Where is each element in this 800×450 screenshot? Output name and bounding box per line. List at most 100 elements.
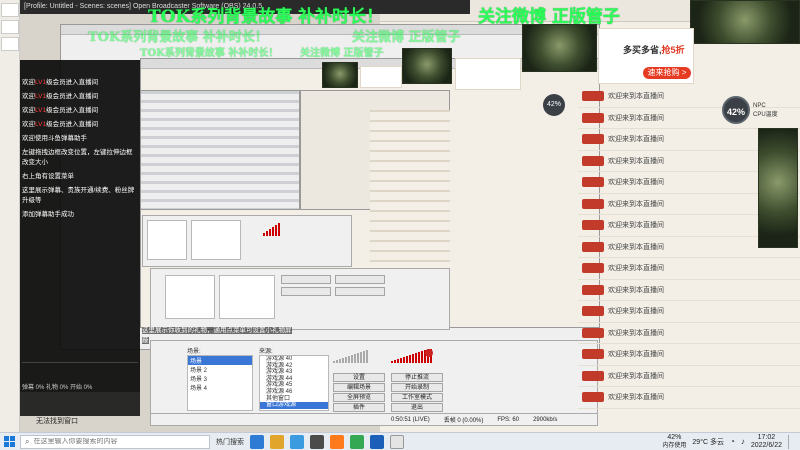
source-item[interactable]: 游戏源 40 — [260, 356, 328, 363]
scene-item[interactable]: 场景 4 — [188, 383, 252, 392]
perf-widget-nested: 42% — [543, 94, 565, 116]
scene-item[interactable]: 场景 2 — [188, 365, 252, 374]
chat-divider — [22, 362, 138, 363]
user-level-badge — [582, 284, 604, 295]
list-row-text: 欢迎来到本直播间 — [608, 136, 664, 144]
edge-browser-icon[interactable] — [290, 434, 304, 449]
file-explorer-icon[interactable] — [270, 434, 284, 449]
scene-item[interactable]: 场景 — [188, 356, 252, 365]
status-dropped: 丢帧 0 (0.00%) — [443, 418, 484, 424]
webpage-list-row[interactable]: 欢迎来到本直播间 — [578, 258, 800, 280]
taskbar-search-input[interactable] — [33, 438, 204, 445]
studio-mode-button[interactable]: 工作室模式 — [391, 393, 443, 402]
tab-thumb[interactable] — [1, 37, 19, 51]
ad-text: 多买多省, — [623, 45, 662, 55]
source-item[interactable]: 游戏源 46 — [260, 389, 328, 396]
exit-button[interactable]: 退出 — [391, 403, 443, 412]
tab-thumb[interactable] — [1, 3, 19, 17]
user-level-badge — [582, 155, 604, 166]
webpage-list-row[interactable]: 欢迎来到本直播间 — [578, 366, 800, 387]
volume-icon[interactable]: ♪ — [741, 437, 745, 446]
windows-taskbar: ⌕ 热门搜索 42% 内存使用 29°C 多云 ◔ ♪ 17:02 2022/6… — [0, 432, 800, 450]
network-icon[interactable]: ◔ — [730, 437, 735, 446]
wechat-icon[interactable] — [350, 434, 364, 449]
show-desktop-button[interactable] — [788, 434, 794, 449]
chat-panel-bottom — [20, 392, 140, 416]
ad-card-tiny[interactable] — [360, 66, 402, 88]
obs-status-bar: 0:50:51 (LIVE) 丢帧 0 (0.00%) FPS: 60 2900… — [150, 414, 598, 426]
scenes-label: 场景: — [187, 349, 201, 355]
source-list[interactable]: 游戏源 40 游戏源 42 游戏源 43 游戏源 44 游戏源 45 游戏源 4… — [259, 355, 329, 411]
search-icon: ⌕ — [25, 436, 30, 446]
ad-card-small[interactable] — [455, 58, 521, 90]
streamer-art-image — [402, 48, 452, 84]
chat-line: 欢迎LV1级会员进入直播间 — [20, 120, 140, 130]
list-row-text: 欢迎来到本直播间 — [608, 351, 664, 359]
scene-list[interactable]: 场景 场景 2 场景 3 场景 4 — [187, 355, 253, 411]
status-bitrate: 2900kb/s — [533, 416, 558, 423]
webpage-list-row[interactable]: 欢迎来到本直播间 — [578, 301, 800, 323]
source-item[interactable]: 游戏源 45 — [260, 382, 328, 389]
list-row-text: 欢迎来到本直播间 — [608, 114, 664, 122]
desktop-volume-meter[interactable] — [333, 349, 368, 363]
webpage-list-row[interactable]: 欢迎来到本直播间 — [578, 387, 800, 409]
user-level-badge — [582, 349, 604, 360]
overlay-banner-echo-4: 关注微博 正版管子 — [300, 48, 384, 59]
ad-buy-button[interactable]: 速来抢购 > — [643, 67, 691, 79]
browser-tab-strip — [0, 0, 20, 432]
webpage-list-row[interactable]: 欢迎来到本直播间 — [578, 280, 800, 301]
system-tray: 42% 内存使用 29°C 多云 ◔ ♪ 17:02 2022/6/22 — [662, 434, 800, 450]
start-record-button[interactable]: 开始录制 — [391, 383, 443, 392]
ad-highlight: 抢5折 — [661, 45, 685, 55]
fullscreen-preview-button[interactable]: 全屏预览 — [333, 393, 385, 402]
app-icon[interactable] — [370, 434, 384, 449]
chat-suffix: 级会员进入直播间 — [46, 79, 99, 86]
taskbar-search-box[interactable]: ⌕ — [20, 434, 210, 449]
tab-thumb[interactable] — [1, 20, 19, 34]
nested-button — [281, 275, 331, 284]
nested-button — [335, 287, 385, 296]
plugins-button[interactable]: 插件 — [333, 403, 385, 412]
clock[interactable]: 17:02 2022/6/22 — [751, 434, 782, 450]
source-item[interactable]: 游戏源 43 — [260, 369, 328, 376]
gift-hint: 这里展示你收到的礼物，通用点菜单可设置小礼物屏蔽 — [142, 326, 292, 346]
chat-level: LV1 — [35, 121, 47, 128]
start-button[interactable] — [0, 433, 18, 450]
memory-widget[interactable]: 42% 内存使用 — [662, 434, 686, 450]
source-item[interactable]: 窗口游戏源 — [260, 402, 328, 409]
user-level-badge — [582, 327, 604, 338]
weather-text[interactable]: 29°C 多云 — [692, 437, 724, 447]
chat-line: 这里展示弹幕、贵族开通/续费、粉丝牌升级等 — [22, 187, 135, 204]
speaker-icon[interactable] — [425, 349, 433, 357]
list-row-text: 欢迎来到本直播间 — [608, 222, 664, 230]
task-view-icon[interactable] — [250, 434, 264, 449]
perf-label-cpu: CPU温度 — [753, 111, 778, 118]
chat-prefix: 欢迎 — [22, 79, 35, 86]
webpage-list-row[interactable]: 欢迎来到本直播间 — [578, 344, 800, 366]
nested-obs-medium — [150, 268, 450, 330]
clock-time: 17:02 — [757, 433, 776, 441]
list-row-text: 欢迎来到本直播间 — [608, 157, 664, 165]
nested-source-list — [191, 220, 241, 260]
list-row-text: 欢迎来到本直播间 — [608, 265, 664, 273]
settings-button[interactable]: 设置 — [333, 373, 385, 382]
danmaku-chat-panel[interactable]: 欢迎LV1级会员进入直播间 欢迎LV1级会员进入直播间 欢迎LV1级会员进入直播… — [20, 60, 140, 392]
edit-scene-button[interactable]: 编辑场景 — [333, 383, 385, 392]
obs-bottom-label: 无法找到窗口 — [36, 418, 78, 425]
ad-card[interactable]: 多买多省,抢5折 速来抢购 > — [598, 28, 694, 84]
memory-label: 内存使用 — [662, 442, 687, 449]
status-fps: FPS: 60 — [497, 416, 520, 423]
list-row-text: 欢迎来到本直播间 — [608, 394, 664, 402]
list-row-text: 欢迎来到本直播间 — [608, 372, 664, 380]
webpage-list-row[interactable]: 欢迎来到本直播间 — [578, 323, 800, 344]
douyu-app-icon[interactable] — [330, 434, 344, 449]
obs-app-icon[interactable] — [310, 434, 324, 449]
hot-search-label[interactable]: 热门搜索 — [216, 437, 244, 447]
user-level-badge — [582, 263, 604, 274]
chat-line: 欢迎LV1级会员进入直播间 — [20, 92, 140, 102]
app-icon[interactable] — [390, 434, 404, 449]
gift-hint-text: 这里展示你收到的礼物，通用点菜单可设置小礼物屏蔽 — [142, 327, 292, 344]
status-time: 0:50:51 (LIVE) — [391, 416, 430, 423]
scene-item[interactable]: 场景 3 — [188, 374, 252, 383]
stop-stream-button[interactable]: 停止推流 — [391, 373, 443, 382]
